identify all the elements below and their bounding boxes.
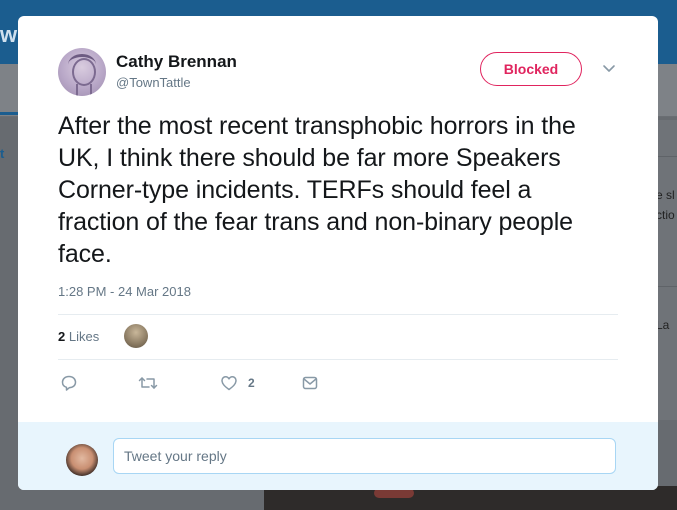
avatar-neck — [76, 84, 92, 96]
reply-action[interactable] — [60, 374, 78, 392]
divider — [58, 359, 618, 360]
background-snippet: e sl — [656, 188, 675, 202]
author-avatar[interactable] — [58, 48, 106, 96]
tweet-modal: Cathy Brennan @TownTattle Blocked After … — [18, 16, 658, 490]
author-name[interactable]: Cathy Brennan — [116, 52, 237, 72]
reply-composer: Tweet your reply — [18, 422, 658, 490]
liker-avatar[interactable] — [124, 324, 148, 348]
avatar-face — [72, 58, 96, 86]
tweet-timestamp[interactable]: 1:28 PM - 24 Mar 2018 — [58, 284, 191, 299]
retweet-action[interactable] — [138, 374, 158, 392]
retweet-icon — [138, 377, 158, 389]
likes-label: Likes — [68, 329, 100, 344]
reply-icon — [61, 375, 77, 391]
current-user-avatar[interactable] — [66, 444, 98, 476]
tweet-text: After the most recent transphobic horror… — [58, 112, 576, 268]
like-count: 2 — [248, 376, 255, 390]
background-snippet: La — [656, 318, 670, 332]
author-handle[interactable]: @TownTattle — [116, 75, 191, 90]
reply-input[interactable]: Tweet your reply — [113, 438, 616, 474]
background-nav-text: t — [0, 146, 5, 161]
background-logo-text: w — [0, 22, 18, 47]
chevron-down-icon[interactable] — [602, 64, 616, 74]
envelope-icon — [302, 376, 318, 390]
divider — [58, 314, 618, 315]
likes-count: 2 — [58, 329, 66, 344]
direct-message-action[interactable] — [301, 374, 319, 392]
blocked-button[interactable]: Blocked — [480, 52, 582, 86]
likes-summary[interactable]: 2 Likes — [58, 329, 99, 344]
heart-icon — [221, 376, 237, 391]
like-action[interactable] — [220, 374, 238, 392]
background-snippet: ctio — [656, 208, 675, 222]
